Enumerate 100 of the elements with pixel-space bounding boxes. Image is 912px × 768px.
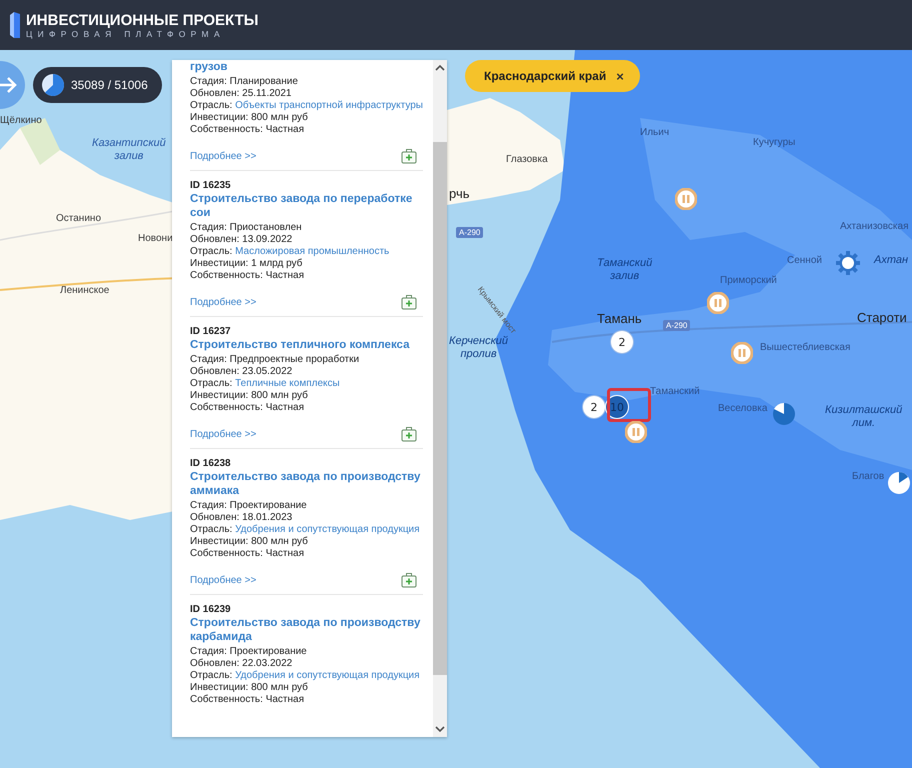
industry-link[interactable]: Удобрения и сопутствующая продукция <box>235 670 420 681</box>
water-label: Таманский залив <box>597 257 652 283</box>
logo-icon <box>10 12 20 38</box>
place-label: Новони <box>138 233 173 244</box>
water-label: Ахтан <box>874 254 908 267</box>
field-label: Отрасль: <box>190 378 232 389</box>
field-value: 22.03.2022 <box>242 658 292 669</box>
more-link[interactable]: Подробнее >> <box>190 150 256 162</box>
field-value: 25.11.2021 <box>242 88 292 99</box>
pause-marker-icon[interactable] <box>707 292 729 314</box>
project-id: ID 16238 <box>190 457 232 470</box>
counter-text: 35089 / 51006 <box>71 78 148 92</box>
place-label: Вышестеблиевская <box>760 342 850 353</box>
water-label: Кизилташский лим. <box>825 404 902 430</box>
add-to-briefcase-icon[interactable] <box>401 148 417 164</box>
place-label: Благов <box>852 471 884 482</box>
place-label: Глазовка <box>506 154 548 165</box>
project-title-link[interactable]: Строительство завода по производству аммиака <box>190 470 423 498</box>
field-label: Собственность: <box>190 694 263 705</box>
field-label: Собственность: <box>190 548 263 559</box>
industry-link[interactable]: Масложировая промышленность <box>235 246 390 257</box>
field-label: Инвестиции: <box>190 682 248 693</box>
scrollbar-thumb[interactable] <box>433 142 447 675</box>
pause-marker-icon[interactable] <box>625 421 647 443</box>
field-label: Собственность: <box>190 402 263 413</box>
city-label: рчь <box>449 186 470 201</box>
field-value: Проектирование <box>230 646 307 657</box>
industry-link[interactable]: Удобрения и сопутствующая продукция <box>235 524 420 535</box>
field-label: Обновлен: <box>190 234 240 245</box>
project-id: ID 16235 <box>190 179 232 192</box>
road-sign: А-290 <box>456 227 484 238</box>
city-label: Староти <box>857 310 907 325</box>
app-subtitle: ЦИФРОВАЯ ПЛАТФОРМА <box>26 28 226 38</box>
field-label: Инвестиции: <box>190 536 248 547</box>
field-value: 13.09.2022 <box>242 234 292 245</box>
road-sign: А-290 <box>663 320 690 331</box>
field-value: 18.01.2023 <box>242 512 292 523</box>
field-label: Обновлен: <box>190 366 240 377</box>
field-value: Частная <box>266 548 304 559</box>
place-label: Приморский <box>720 275 777 286</box>
add-to-briefcase-icon[interactable] <box>401 572 417 588</box>
add-to-briefcase-icon[interactable] <box>401 426 417 442</box>
project-title-link[interactable]: Строительство завода по переработке сои <box>190 192 423 220</box>
field-value: Приостановлен <box>230 222 302 233</box>
field-label: Стадия: <box>190 500 227 511</box>
field-value: 23.05.2022 <box>242 366 292 377</box>
cluster-marker[interactable]: 2 <box>611 331 633 353</box>
field-value: Частная <box>266 694 304 705</box>
pie-chart-icon <box>42 74 64 96</box>
field-value: 800 млн руб <box>251 682 308 693</box>
pause-marker-icon[interactable] <box>731 342 753 364</box>
field-label: Стадия: <box>190 222 227 233</box>
field-value: Предпроектные проработки <box>230 354 360 365</box>
more-link[interactable]: Подробнее >> <box>190 296 256 308</box>
water-label: Казантипский залив <box>92 137 166 163</box>
place-label: Сенной <box>787 255 822 266</box>
cluster-marker[interactable]: 2 <box>583 396 605 418</box>
industry-link[interactable]: Тепличные комплексы <box>235 378 340 389</box>
chevron-down-icon[interactable] <box>435 725 445 733</box>
pause-marker-icon[interactable] <box>675 188 697 210</box>
field-label: Обновлен: <box>190 512 240 523</box>
field-label: Обновлен: <box>190 88 240 99</box>
project-title-link[interactable]: грузов <box>190 60 423 74</box>
field-label: Инвестиции: <box>190 390 248 401</box>
field-value: 800 млн руб <box>251 390 308 401</box>
field-value: 800 млн руб <box>251 536 308 547</box>
field-label: Обновлен: <box>190 658 240 669</box>
more-link[interactable]: Подробнее >> <box>190 574 256 586</box>
project-title-link[interactable]: Строительство завода по производству карбамида <box>190 616 423 644</box>
place-label: Кучугуры <box>753 137 796 148</box>
field-value: Частная <box>266 270 304 281</box>
more-link[interactable]: Подробнее >> <box>190 428 256 440</box>
industry-link[interactable]: Объекты транспортной инфраструктуры <box>235 100 423 111</box>
region-label: Краснодарский край <box>484 69 606 83</box>
city-label: Тамань <box>597 311 642 326</box>
field-label: Стадия: <box>190 646 227 657</box>
pie-marker-icon[interactable] <box>773 403 795 425</box>
field-label: Инвестиции: <box>190 112 248 123</box>
place-label: Ленинское <box>60 285 110 296</box>
chevron-up-icon[interactable] <box>435 64 445 72</box>
field-label: Стадия: <box>190 354 227 365</box>
place-label: Останино <box>56 213 101 224</box>
add-to-briefcase-icon[interactable] <box>401 294 417 310</box>
close-button[interactable]: × <box>614 68 626 84</box>
field-label: Отрасль: <box>190 246 232 257</box>
place-label: Ахтанизовская <box>840 221 909 232</box>
project-id: ID 16239 <box>190 603 232 616</box>
cog-marker-icon[interactable] <box>836 251 860 275</box>
project-id: ID 16237 <box>190 325 232 338</box>
pie-marker-icon[interactable] <box>888 472 910 494</box>
field-value: Проектирование <box>230 500 307 511</box>
field-value: 800 млн руб <box>251 112 308 123</box>
place-label: Щёлкино <box>0 115 42 126</box>
place-label: Ильич <box>640 127 670 138</box>
field-value: 1 млрд руб <box>251 258 302 269</box>
place-label: Веселовка <box>718 403 768 414</box>
field-label: Отрасль: <box>190 524 232 535</box>
field-label: Отрасль: <box>190 670 232 681</box>
project-title-link[interactable]: Строительство тепличного комплекса <box>190 338 423 352</box>
scrollbar[interactable] <box>433 60 447 737</box>
